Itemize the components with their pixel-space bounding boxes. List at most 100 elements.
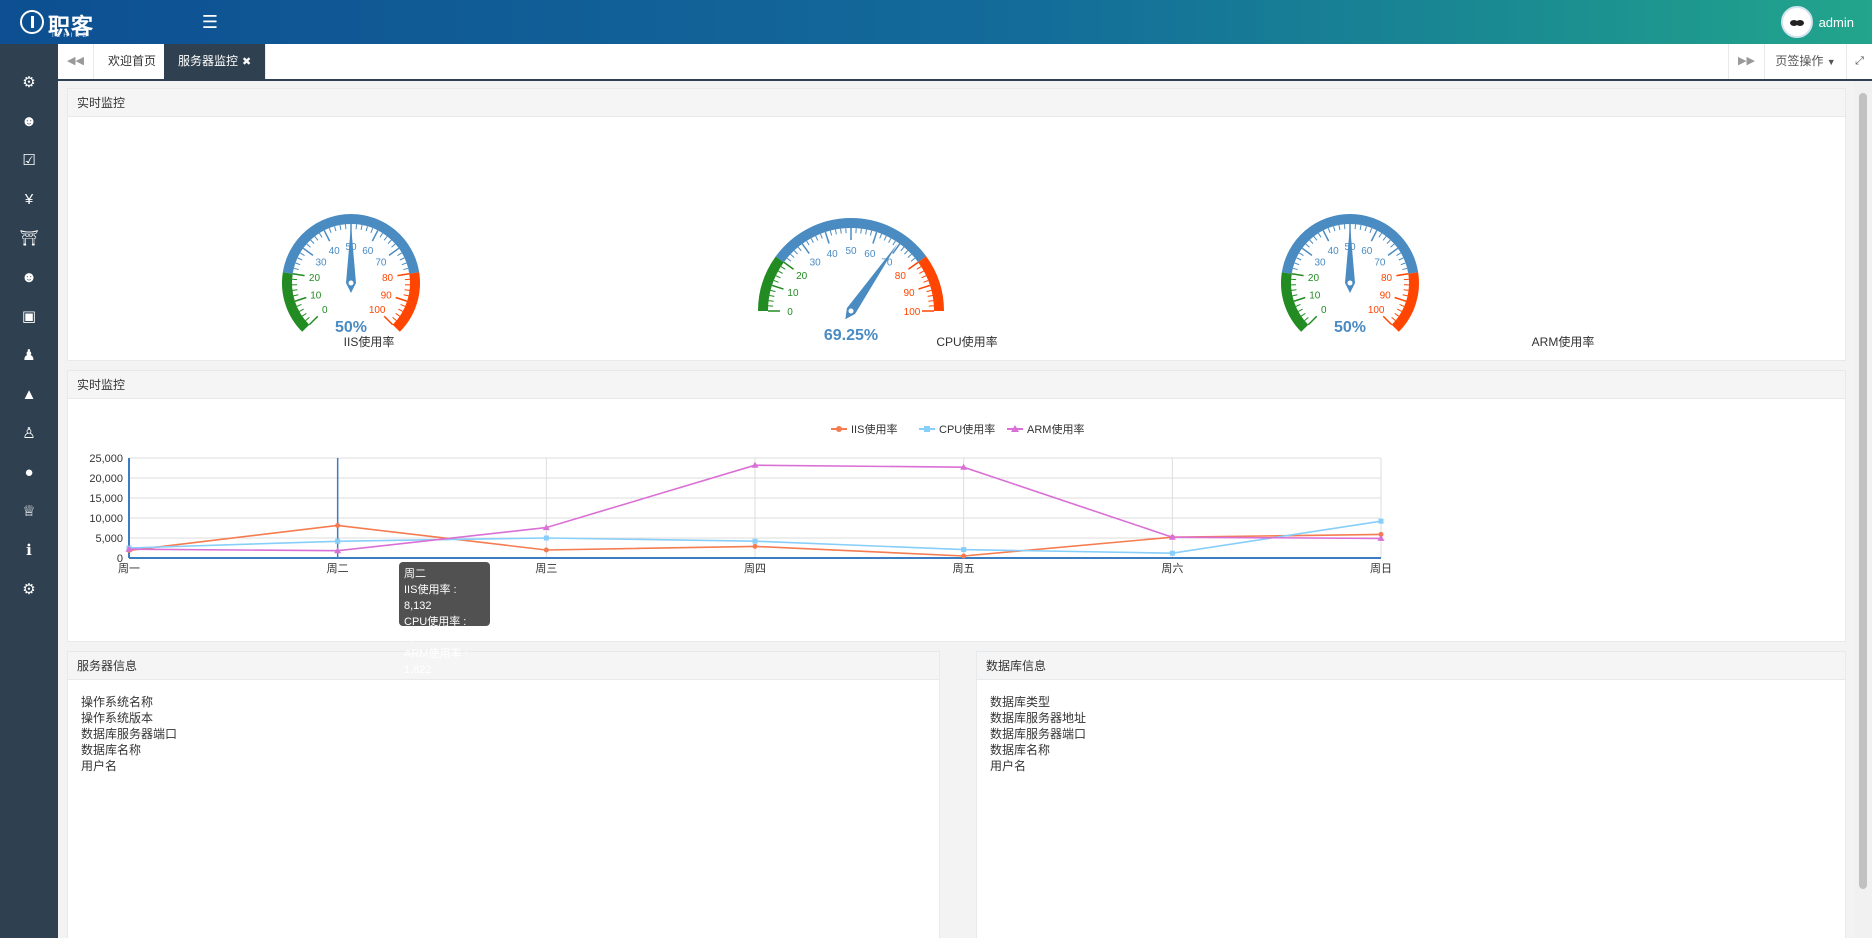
gauge-tick-label: 100 [369, 305, 386, 316]
gauge-tick [398, 308, 403, 312]
gauge-tick [302, 247, 314, 256]
gauge-tick [306, 243, 311, 248]
line-chart[interactable]: IIS使用率 CPU使用率 ARM使用率05,00010,00015,00020,0… [68, 400, 1845, 642]
gauge-tick [778, 270, 783, 274]
gauge-tick [879, 233, 883, 239]
gauge-tick [910, 257, 916, 262]
avatar[interactable] [1780, 6, 1813, 38]
scrollbar-thumb[interactable] [1859, 93, 1867, 889]
graduation-cap-icon[interactable]: ▲ [0, 376, 58, 414]
server-info-panel: 服务器信息 操作系统名称 操作系统版本 数据库服务器端口 数据库名称 用户名 [67, 651, 940, 938]
legend-marker [924, 426, 930, 432]
database-info-list: 数据库类型 数据库服务器地址 数据库服务器端口 数据库名称 用户名 [990, 694, 1086, 774]
male-icon[interactable]: ♙ [0, 415, 58, 453]
double-right-icon[interactable]: ▶▶ [1728, 44, 1764, 79]
dashboard-icon[interactable]: ⚙ [0, 64, 58, 102]
gauge-tick [1402, 294, 1408, 297]
gauge-tick [786, 257, 792, 262]
gauge-tick [928, 300, 934, 302]
gauge-tick [1322, 230, 1330, 242]
panel-title: 实时监控 [68, 371, 1845, 399]
gauge-tick [1291, 289, 1297, 291]
username[interactable]: admin [1819, 15, 1854, 30]
gauge-tick [923, 279, 929, 283]
data-point [1378, 518, 1384, 524]
gauge-tick [771, 284, 784, 290]
gauge-tick-label: 80 [1381, 273, 1393, 284]
gauge-tick-label: 30 [1315, 257, 1327, 268]
gauge-arc-segment [758, 256, 784, 312]
gauge-tick [1399, 303, 1405, 307]
gauge-tick [1390, 243, 1395, 248]
gauge-tick [365, 226, 368, 232]
tab-server-monitor[interactable]: 服务器监控 ✖ [164, 44, 267, 79]
gauge-tick-label: 30 [316, 257, 328, 268]
gauge-tick-label: 90 [381, 290, 393, 301]
gauge-tick [308, 315, 319, 326]
x-tick-label: 周一 [118, 562, 140, 575]
gauge-tick [395, 312, 401, 317]
gauge-tick [1313, 236, 1318, 241]
gauge-tick [1398, 257, 1404, 261]
gauge-tick-label: 40 [329, 246, 341, 257]
gauge-tick [824, 231, 830, 244]
gauge-tick [379, 232, 384, 238]
gauge-needle-pivot [848, 308, 854, 314]
gears-icon[interactable]: ⚙ [0, 571, 58, 609]
gauge-tick [293, 294, 299, 297]
gauge-2: 010203040506070809010050% [1281, 214, 1419, 336]
x-tick-label: 周六 [1161, 562, 1183, 575]
data-point [961, 547, 967, 553]
gauge-tick [919, 270, 924, 274]
user-menu[interactable]: admin [1780, 5, 1854, 39]
gauge-tick [397, 273, 410, 277]
gauge-tick [860, 228, 862, 234]
tab-operations-dropdown[interactable]: 页签操作 ▼ [1764, 44, 1846, 79]
bank-icon[interactable]: ⛩ [0, 220, 58, 258]
gauge-tick-label: 0 [787, 307, 793, 318]
users-icon[interactable]: ☻ [0, 103, 58, 141]
gauge-tick [790, 253, 795, 258]
gauge-label-iis: IIS使用率 [343, 335, 395, 349]
logo-mark-icon [20, 10, 44, 34]
gauge-tick [872, 231, 878, 244]
vertical-scrollbar[interactable] [1854, 81, 1872, 938]
x-tick-label: 周四 [744, 562, 766, 575]
trophy-icon[interactable]: ♕ [0, 493, 58, 531]
user-tie-icon[interactable]: ♟ [0, 337, 58, 375]
gauge-tick-label: 10 [787, 288, 799, 299]
top-navbar: 职客 IZHIKE ☰ admin [0, 0, 1872, 44]
chart-panel: 实时监控 IIS使用率 CPU使用率 ARM使用率 0 5,000 10,000 15,00… [67, 370, 1846, 642]
gauge-tick [775, 275, 781, 279]
close-icon[interactable]: ✖ [242, 56, 251, 68]
fullscreen-icon[interactable]: ⤢ [1846, 44, 1872, 79]
gauge-tick [1300, 312, 1306, 317]
gauge-tick [1304, 317, 1309, 321]
gauge-tick [295, 262, 301, 266]
double-left-icon[interactable]: ◀◀ [58, 44, 94, 79]
server-info-list: 操作系统名称 操作系统版本 数据库服务器端口 数据库名称 用户名 [81, 694, 177, 774]
database-info-panel: 数据库信息 数据库类型 数据库服务器地址 数据库服务器端口 数据库名称 用户名 [976, 651, 1846, 938]
data-point [961, 553, 967, 559]
group-icon[interactable]: ☻ [0, 259, 58, 297]
gauge-tick [1298, 308, 1303, 312]
gauge-tick [1402, 267, 1408, 271]
gauge-tick [907, 261, 919, 270]
gauge-tick-label: 60 [864, 249, 876, 260]
brand-logo[interactable]: 职客 IZHIKE [20, 6, 110, 39]
gauge-tick [388, 247, 400, 256]
gauge-tick [793, 250, 798, 255]
tab-welcome[interactable]: 欢迎首页 [94, 44, 172, 79]
gauge-tick-label: 10 [1309, 290, 1321, 301]
gauge-tick [834, 229, 837, 235]
info-icon[interactable]: ℹ [0, 532, 58, 570]
gauge-tick [1391, 317, 1396, 321]
yen-icon[interactable]: ¥ [0, 181, 58, 219]
briefcase-icon[interactable]: ▣ [0, 298, 58, 336]
checkbox-icon[interactable]: ☑ [0, 142, 58, 180]
user-icon[interactable]: ● [0, 454, 58, 492]
hamburger-icon[interactable]: ☰ [200, 10, 220, 34]
gauge-tick [1394, 312, 1400, 317]
gauge-tick [401, 262, 407, 266]
tooltip-line: CPU使用率 : 4,182 [404, 616, 467, 644]
